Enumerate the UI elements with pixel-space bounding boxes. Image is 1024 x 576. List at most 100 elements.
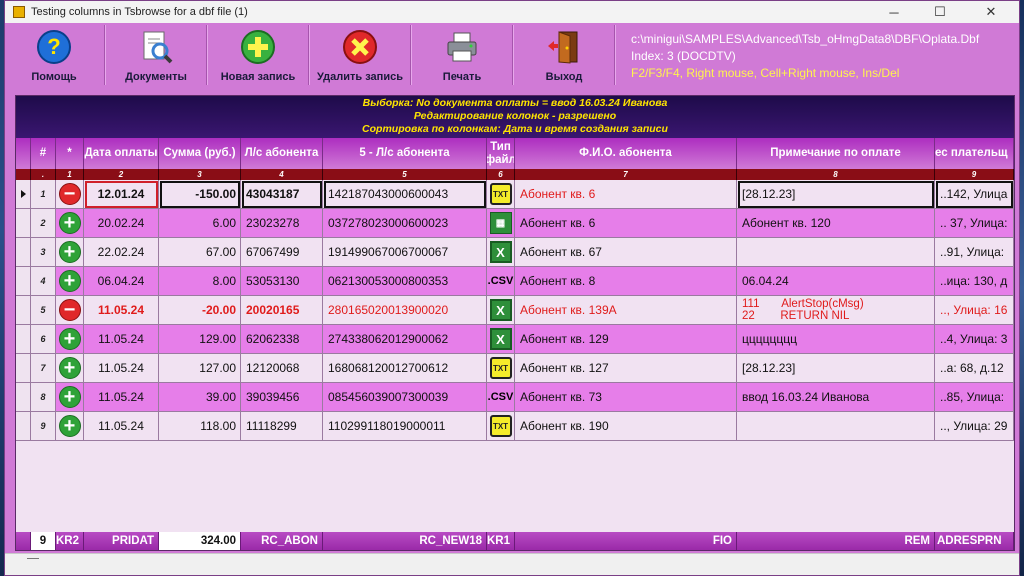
- account-cell[interactable]: 53053130: [241, 267, 323, 296]
- account-5-cell[interactable]: 142187043000600043: [323, 180, 487, 209]
- payment-note-cell[interactable]: 111 AlertStop(cMsg) 22 RETURN NIL: [737, 296, 935, 325]
- status-cell[interactable]: +: [56, 325, 84, 354]
- table-row[interactable]: 1−12.01.24 -150.00 43043187 142187043000600…: [16, 180, 1014, 209]
- file-type-cell[interactable]: TXT: [487, 180, 515, 209]
- pay-date-cell[interactable]: 11.05.24: [84, 383, 159, 412]
- header-pay-date[interactable]: Дата оплаты: [84, 138, 159, 169]
- pay-date-cell[interactable]: 11.05.24: [84, 325, 159, 354]
- fio-cell[interactable]: Абонент кв. 129: [515, 325, 737, 354]
- header-account-5[interactable]: 5 - Л/с абонента: [323, 138, 487, 169]
- status-cell[interactable]: +: [56, 209, 84, 238]
- header-row-number[interactable]: #: [31, 138, 56, 169]
- payment-note-cell[interactable]: Абонент кв. 120: [737, 209, 935, 238]
- account-cell[interactable]: 23023278: [241, 209, 323, 238]
- status-cell[interactable]: −: [56, 180, 84, 209]
- payer-address-cell[interactable]: .., Улица: 16: [935, 296, 1014, 325]
- payer-address-cell[interactable]: ..85, Улица:: [935, 383, 1014, 412]
- account-cell[interactable]: 20020165: [241, 296, 323, 325]
- pay-date-cell[interactable]: 11.05.24: [84, 296, 159, 325]
- sum-cell[interactable]: 127.00: [159, 354, 241, 383]
- payment-note-cell[interactable]: [737, 238, 935, 267]
- file-type-cell[interactable]: .CSV: [487, 267, 515, 296]
- help-button[interactable]: ? Помощь: [5, 23, 103, 87]
- pay-date-cell[interactable]: 06.04.24: [84, 267, 159, 296]
- payer-address-cell[interactable]: ..91, Улица:: [935, 238, 1014, 267]
- file-type-cell[interactable]: .CSV: [487, 383, 515, 412]
- sum-cell[interactable]: 8.00: [159, 267, 241, 296]
- table-row[interactable]: 7 +11.05.24 127.00 12120068 1680681200127006…: [16, 354, 1014, 383]
- payer-address-cell[interactable]: ..а: 68, д.12: [935, 354, 1014, 383]
- sum-cell[interactable]: -20.00: [159, 296, 241, 325]
- minimize-button[interactable]: ─: [871, 1, 917, 23]
- header-sum[interactable]: Сумма (руб.): [159, 138, 241, 169]
- account-5-cell[interactable]: 168068120012700612: [323, 354, 487, 383]
- table-row[interactable]: 2 +20.02.24 6.00 23023278 037278023000600023…: [16, 209, 1014, 238]
- file-type-cell[interactable]: X: [487, 238, 515, 267]
- status-cell[interactable]: +: [56, 412, 84, 441]
- sum-cell[interactable]: 118.00: [159, 412, 241, 441]
- table-row[interactable]: 6 +11.05.24 129.00 62062338 2743380620129000…: [16, 325, 1014, 354]
- exit-button[interactable]: Выход: [515, 23, 613, 87]
- account-cell[interactable]: 62062338: [241, 325, 323, 354]
- fio-cell[interactable]: Абонент кв. 6: [515, 209, 737, 238]
- status-cell[interactable]: +: [56, 383, 84, 412]
- pay-date-cell[interactable]: 22.02.24: [84, 238, 159, 267]
- file-type-cell[interactable]: X: [487, 325, 515, 354]
- new-record-button[interactable]: Новая запись: [209, 23, 307, 87]
- account-5-cell[interactable]: 062130053000800353: [323, 267, 487, 296]
- table-row[interactable]: 3 +22.02.24 67.00 67067499 19149906700670006…: [16, 238, 1014, 267]
- file-type-cell[interactable]: X: [487, 296, 515, 325]
- sum-cell[interactable]: 67.00: [159, 238, 241, 267]
- account-cell[interactable]: 12120068: [241, 354, 323, 383]
- payer-address-cell[interactable]: ..ица: 130, д: [935, 267, 1014, 296]
- payment-note-cell[interactable]: ввод 16.03.24 Иванова: [737, 383, 935, 412]
- pay-date-cell[interactable]: 20.02.24: [84, 209, 159, 238]
- pay-date-cell[interactable]: 12.01.24: [84, 180, 159, 209]
- pay-date-cell[interactable]: 11.05.24: [84, 354, 159, 383]
- table-row[interactable]: 5−11.05.24 -20.00 20020165 2801650200139000…: [16, 296, 1014, 325]
- data-grid[interactable]: Выборка: No документа оплаты = ввод 16.0…: [15, 95, 1015, 551]
- documents-button[interactable]: Документы: [107, 23, 205, 87]
- payer-address-cell[interactable]: .. 37, Улица:: [935, 209, 1014, 238]
- fio-cell[interactable]: Абонент кв. 127: [515, 354, 737, 383]
- account-5-cell[interactable]: 191499067006700067: [323, 238, 487, 267]
- payer-address-cell[interactable]: .., Улица: 29: [935, 412, 1014, 441]
- sum-cell[interactable]: 129.00: [159, 325, 241, 354]
- account-5-cell[interactable]: 280165020013900020: [323, 296, 487, 325]
- sum-cell[interactable]: 39.00: [159, 383, 241, 412]
- print-button[interactable]: Печать: [413, 23, 511, 87]
- pay-date-cell[interactable]: 11.05.24: [84, 412, 159, 441]
- file-type-cell[interactable]: TXT: [487, 412, 515, 441]
- fio-cell[interactable]: Абонент кв. 73: [515, 383, 737, 412]
- table-row[interactable]: 8 +11.05.24 39.00 39039456 08545603900730003…: [16, 383, 1014, 412]
- status-cell[interactable]: −: [56, 296, 84, 325]
- account-cell[interactable]: 43043187: [241, 180, 323, 209]
- header-account[interactable]: Л/с абонента: [241, 138, 323, 169]
- header-fio[interactable]: Ф.И.О. абонента: [515, 138, 737, 169]
- fio-cell[interactable]: Абонент кв. 139А: [515, 296, 737, 325]
- account-5-cell[interactable]: 110299118019000011: [323, 412, 487, 441]
- account-cell[interactable]: 39039456: [241, 383, 323, 412]
- header-payment-note[interactable]: Примечание по оплате: [737, 138, 935, 169]
- header-status[interactable]: *: [56, 138, 84, 169]
- payment-note-cell[interactable]: цццццццц: [737, 325, 935, 354]
- fio-cell[interactable]: Абонент кв. 190: [515, 412, 737, 441]
- fio-cell[interactable]: Абонент кв. 6: [515, 180, 737, 209]
- fio-cell[interactable]: Абонент кв. 67: [515, 238, 737, 267]
- header-file-type[interactable]: Тип файл: [487, 138, 515, 169]
- table-row[interactable]: 9 +11.05.24 118.00 11118299 1102991180190000…: [16, 412, 1014, 441]
- sum-cell[interactable]: -150.00: [159, 180, 241, 209]
- account-5-cell[interactable]: 037278023000600023: [323, 209, 487, 238]
- delete-record-button[interactable]: Удалить запись: [311, 23, 409, 87]
- sum-cell[interactable]: 6.00: [159, 209, 241, 238]
- payment-note-cell[interactable]: [28.12.23]: [737, 180, 935, 209]
- table-row[interactable]: 4 +06.04.24 8.00 53053130 062130053000800353…: [16, 267, 1014, 296]
- fio-cell[interactable]: Абонент кв. 8: [515, 267, 737, 296]
- account-cell[interactable]: 67067499: [241, 238, 323, 267]
- payment-note-cell[interactable]: [737, 412, 935, 441]
- payer-address-cell[interactable]: ..142, Улица: [935, 180, 1014, 209]
- maximize-button[interactable]: ☐: [917, 1, 963, 23]
- close-button[interactable]: ✕: [963, 1, 1019, 23]
- account-5-cell[interactable]: 274338062012900062: [323, 325, 487, 354]
- payment-note-cell[interactable]: [28.12.23]: [737, 354, 935, 383]
